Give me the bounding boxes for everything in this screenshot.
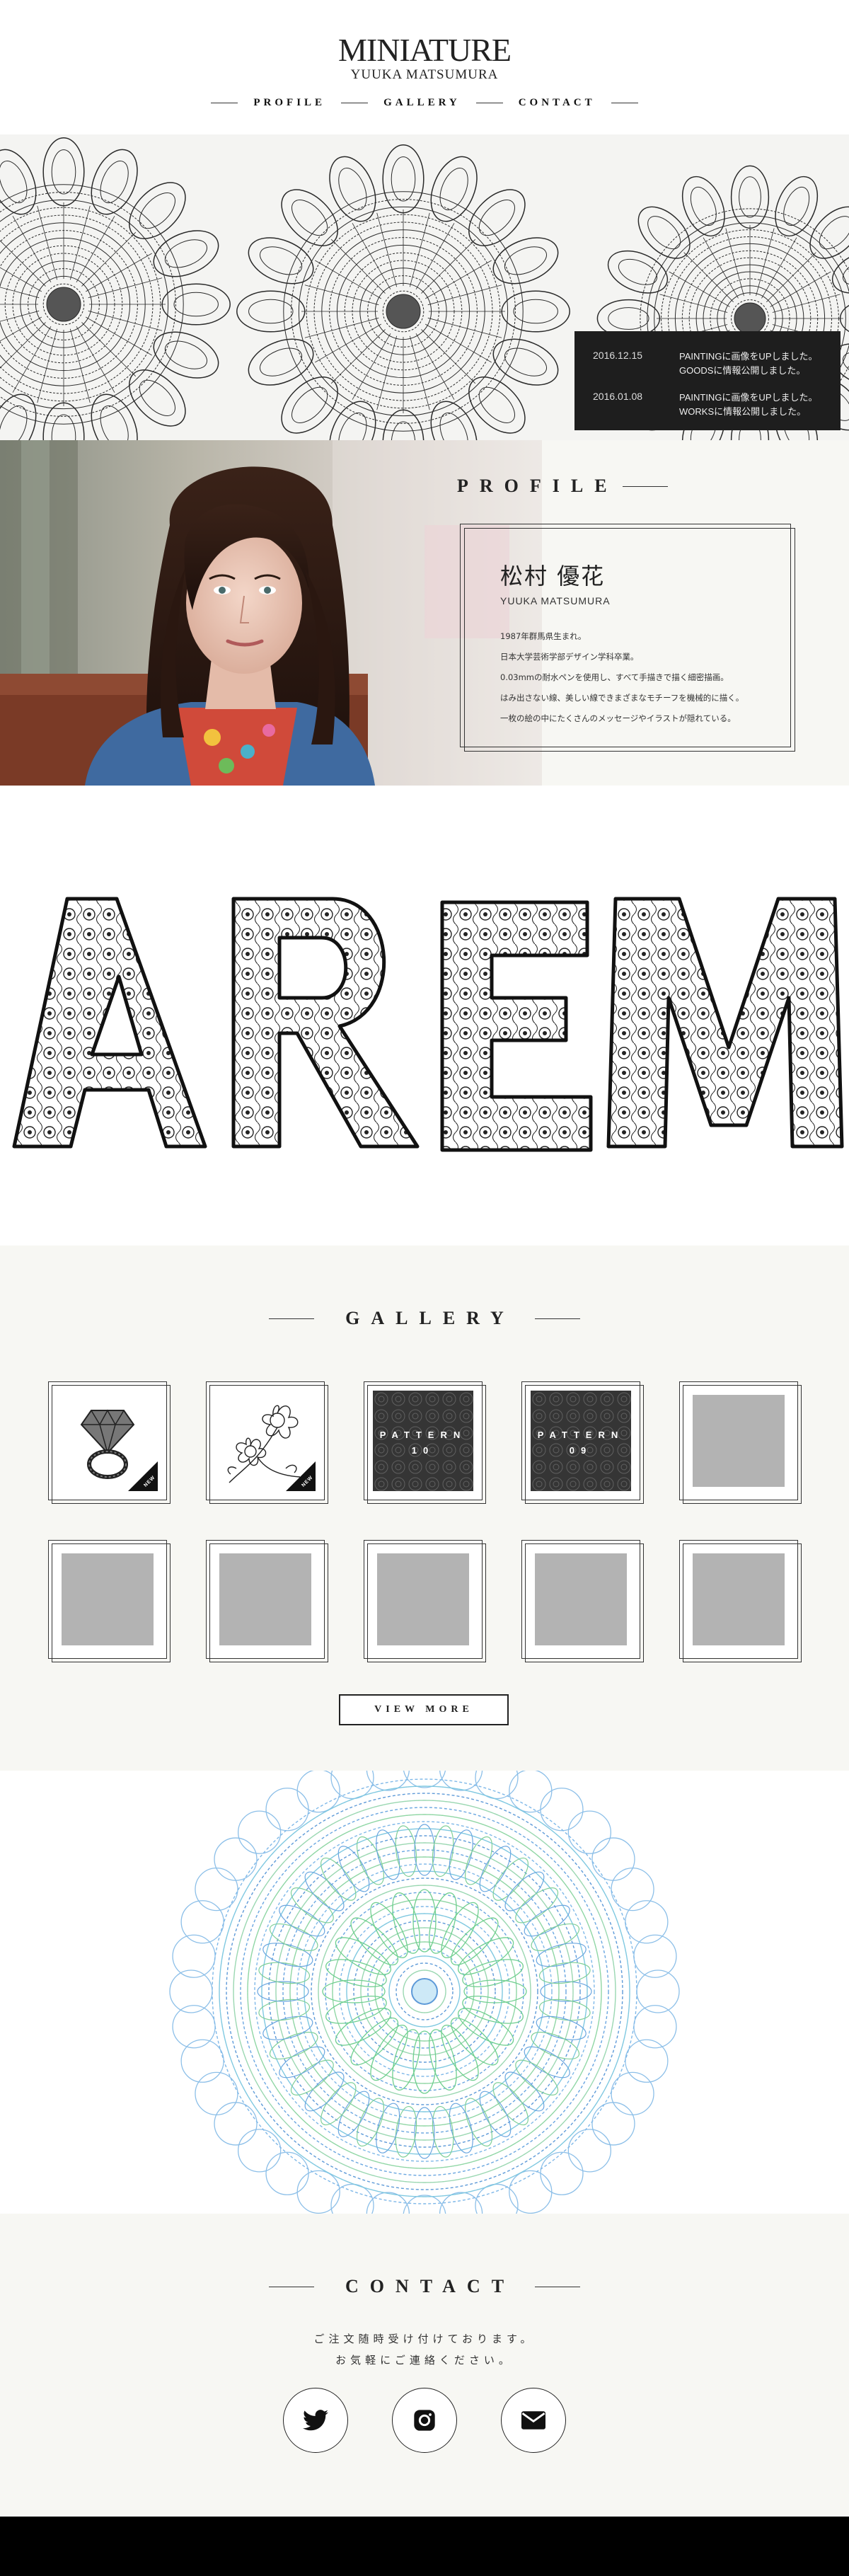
instagram-button[interactable] [392, 2388, 457, 2453]
contact-message: ご注文随時受け付けております。 お気軽にご連絡ください。 [0, 2328, 849, 2371]
image-placeholder [219, 1553, 311, 1645]
gallery-item[interactable] [679, 1540, 802, 1662]
profile-name: 松村 優花 [500, 563, 606, 590]
gallery-item[interactable]: PATTERN 09 [521, 1381, 644, 1504]
gallery-heading: GALLERY [0, 1308, 849, 1329]
arem-artwork-section [0, 786, 849, 1246]
contact-message-line: ご注文随時受け付けております。 [313, 2333, 536, 2345]
nav-contact[interactable]: CONTACT [519, 97, 596, 109]
gallery-item[interactable]: PATTERN 10 [364, 1381, 486, 1504]
mandala-artwork-section [0, 1771, 849, 2214]
bio-line: はみ出さない線、美しい線できまざまなモチーフを機械的に描く。 [500, 693, 744, 703]
arem-lettering-artwork [12, 897, 844, 1152]
site-logo[interactable]: MINIATURE YUUKA MATSUMURA [0, 34, 849, 82]
pattern-title: PATTERN [379, 1430, 467, 1440]
profile-card-content: 松村 優花 YUUKA MATSUMURA 1987年群馬県生まれ。 日本大学芸… [500, 558, 776, 729]
mail-icon [521, 2411, 545, 2430]
instagram-icon [414, 2410, 435, 2431]
heading-line [622, 485, 668, 487]
pattern-number: 09 [569, 1445, 593, 1456]
gallery-item[interactable] [521, 1540, 644, 1662]
news-item[interactable]: 2016.01.08 PAINTINGに画像をUPしました。 WORKSに情報公… [593, 391, 822, 419]
gallery-thumbnail: NEW [57, 1391, 158, 1491]
profile-card: 松村 優花 YUUKA MATSUMURA 1987年群馬県生まれ。 日本大学芸… [460, 524, 795, 752]
hero-banner: 2016.12.15 PAINTINGに画像をUPしました。 GOODSに情報公… [0, 134, 849, 440]
gallery-grid: NEW NEW PATTERN 10 PATTERN 09 [48, 1381, 802, 1662]
gallery-item[interactable] [364, 1540, 486, 1662]
gallery-thumbnail: NEW [215, 1391, 316, 1491]
news-line: WORKSに情報公開しました。 [679, 406, 807, 417]
news-date: 2016.01.08 [593, 391, 643, 402]
bio-line: 一枚の絵の中にたくさんのメッセージやイラストが隠れている。 [500, 713, 736, 723]
gallery-item[interactable] [48, 1540, 171, 1662]
pattern-label: PATTERN 10 [373, 1427, 473, 1459]
news-line: PAINTINGに画像をUPしました。 [679, 392, 818, 403]
gallery-thumbnail: PATTERN 10 [373, 1391, 473, 1491]
gallery-heading-text: GALLERY [345, 1308, 515, 1328]
pattern-title: PATTERN [537, 1430, 625, 1440]
logo-title: MINIATURE [338, 32, 512, 68]
gallery-item[interactable] [206, 1540, 328, 1662]
bio-line: 0.03mmの耐水ペンを使用し、すべて手描きで描く細密描画。 [500, 672, 729, 682]
profile-heading: PROFILE [457, 476, 668, 497]
contact-heading: CONTACT [0, 2276, 849, 2297]
bio-line: 日本大学芸術学部デザイン学科卒業。 [500, 652, 639, 662]
image-placeholder [693, 1553, 785, 1645]
pattern-label: PATTERN 09 [531, 1427, 631, 1459]
gallery-section: GALLERY NEW NEW PATTERN 10 PATTERN 09 VI… [0, 1246, 849, 1771]
main-nav: PROFILE GALLERY CONTACT [0, 92, 849, 113]
bio-line: 1987年群馬県生まれ。 [500, 631, 587, 641]
logo-subtitle: YUUKA MATSUMURA [350, 67, 499, 82]
nav-profile[interactable]: PROFILE [253, 97, 325, 109]
twitter-button[interactable] [283, 2388, 348, 2453]
image-placeholder [62, 1553, 154, 1645]
contact-message-line: お気軽にご連絡ください。 [335, 2354, 514, 2367]
profile-heading-text: PROFILE [457, 476, 618, 496]
blue-green-mandala-artwork [169, 1771, 680, 2214]
profile-bio: 1987年群馬県生まれ。 日本大学芸術学部デザイン学科卒業。 0.03mmの耐水… [500, 626, 776, 729]
news-box: 2016.12.15 PAINTINGに画像をUPしました。 GOODSに情報公… [574, 331, 841, 430]
site-header: MINIATURE YUUKA MATSUMURA PROFILE GALLER… [0, 0, 849, 134]
contact-heading-text: CONTACT [345, 2276, 516, 2296]
contact-section: CONTACT ご注文随時受け付けております。 お気軽にご連絡ください。 [0, 2214, 849, 2517]
nav-gallery[interactable]: GALLERY [383, 97, 461, 109]
news-text: PAINTINGに画像をUPしました。 WORKSに情報公開しました。 [679, 391, 818, 419]
profile-name-roman: YUUKA MATSUMURA [500, 595, 611, 606]
news-date: 2016.12.15 [593, 350, 643, 361]
gallery-item[interactable]: NEW [48, 1381, 171, 1504]
view-more-button[interactable]: VIEW MORE [339, 1694, 509, 1725]
gallery-item[interactable] [679, 1381, 802, 1504]
pattern-number: 10 [411, 1445, 435, 1456]
gallery-thumbnail: PATTERN 09 [531, 1391, 631, 1491]
news-line: PAINTINGに画像をUPしました。 [679, 351, 818, 362]
site-footer [0, 2517, 849, 2576]
twitter-icon [303, 2410, 328, 2431]
mail-button[interactable] [501, 2388, 566, 2453]
news-text: PAINTINGに画像をUPしました。 GOODSに情報公開しました。 [679, 350, 818, 378]
profile-section: PROFILE 松村 優花 YUUKA MATSUMURA 1987年群馬県生ま… [0, 440, 849, 786]
gallery-item[interactable]: NEW [206, 1381, 328, 1504]
image-placeholder [377, 1553, 469, 1645]
heading-line [534, 1318, 580, 1319]
news-item[interactable]: 2016.12.15 PAINTINGに画像をUPしました。 GOODSに情報公… [593, 350, 822, 378]
news-line: GOODSに情報公開しました。 [679, 365, 806, 376]
image-placeholder [693, 1395, 785, 1487]
heading-line [269, 1318, 315, 1319]
image-placeholder [535, 1553, 627, 1645]
social-links [0, 2388, 849, 2453]
